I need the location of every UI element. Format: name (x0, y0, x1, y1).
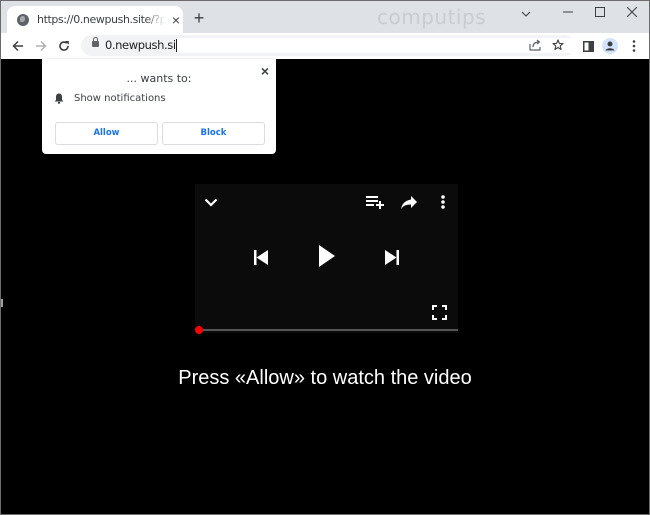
permission-row: Show notifications (54, 93, 166, 104)
skip-next-icon (385, 249, 399, 265)
more-options-button[interactable] (438, 194, 448, 210)
skip-previous-icon (254, 249, 268, 265)
minimize-button[interactable] (553, 3, 583, 23)
fullscreen-icon (431, 304, 447, 320)
add-to-queue-button[interactable] (365, 194, 385, 210)
play-icon (319, 245, 335, 267)
reload-button[interactable] (54, 35, 74, 57)
chevron-down-icon (521, 11, 531, 17)
minimize-icon (563, 11, 573, 13)
share-arrow-icon (401, 195, 417, 209)
minimize-player-button[interactable] (203, 194, 219, 210)
forward-button[interactable] (31, 35, 51, 57)
close-window-button[interactable] (617, 3, 647, 23)
maximize-button[interactable] (585, 3, 615, 23)
globe-icon (17, 13, 29, 26)
back-icon (12, 40, 23, 52)
block-button[interactable]: Block (162, 122, 265, 145)
profile-icon (602, 38, 618, 54)
back-button[interactable] (8, 35, 28, 57)
chevron-down-icon (204, 198, 218, 207)
watermark: computips (377, 5, 487, 29)
allow-button[interactable]: Allow (55, 122, 158, 145)
lock-icon[interactable] (92, 37, 99, 47)
tab-strip: https://0.newpush.site/?p=g43tm × + comp… (1, 1, 649, 33)
tab-active[interactable]: https://0.newpush.site/?p=g43tm × (7, 6, 183, 33)
profile-button[interactable] (600, 36, 620, 56)
share-button[interactable] (400, 194, 418, 210)
permission-label: Show notifications (74, 93, 166, 104)
bookmark-star-icon (552, 39, 564, 51)
tab-title: https://0.newpush.site/?p=g43tm (37, 13, 165, 26)
tab-search-button[interactable] (511, 3, 541, 23)
bookmark-button[interactable] (548, 35, 568, 55)
toolbar: 0.newpush.site/ (1, 33, 649, 59)
side-panel-button[interactable] (578, 36, 598, 56)
fullscreen-button[interactable] (431, 304, 447, 320)
maximize-icon (595, 7, 605, 17)
scrubber-handle[interactable] (195, 326, 203, 334)
previous-button[interactable] (253, 248, 269, 266)
menu-button[interactable] (624, 36, 644, 56)
address-bar[interactable]: 0.newpush.site/ (81, 35, 606, 56)
progress-bar[interactable] (195, 326, 458, 334)
call-to-action-text: Press «Allow» to watch the video (178, 367, 472, 389)
next-button[interactable] (384, 248, 400, 266)
side-panel-icon (582, 40, 594, 52)
more-vertical-icon (441, 195, 445, 209)
share-icon (528, 39, 541, 51)
reload-icon (59, 41, 69, 51)
video-player[interactable] (195, 184, 458, 334)
prompt-title: ... wants to: (126, 72, 192, 85)
bell-icon (54, 93, 64, 104)
menu-icon (632, 40, 636, 52)
new-tab-button[interactable]: + (191, 9, 207, 27)
browser-window: https://0.newpush.site/?p=g43tm × + comp… (0, 0, 650, 515)
add-to-queue-icon (365, 196, 384, 209)
forward-icon (36, 40, 47, 52)
page-edge-marker (1, 299, 3, 307)
tab-close-button[interactable]: × (169, 13, 183, 27)
close-icon (626, 6, 638, 18)
notification-permission-prompt: × ... wants to: Show notifications Allow… (42, 59, 276, 154)
text-caret (176, 39, 177, 52)
page-content: × ... wants to: Show notifications Allow… (1, 59, 649, 514)
share-button[interactable] (525, 35, 545, 55)
play-button[interactable] (317, 244, 337, 268)
